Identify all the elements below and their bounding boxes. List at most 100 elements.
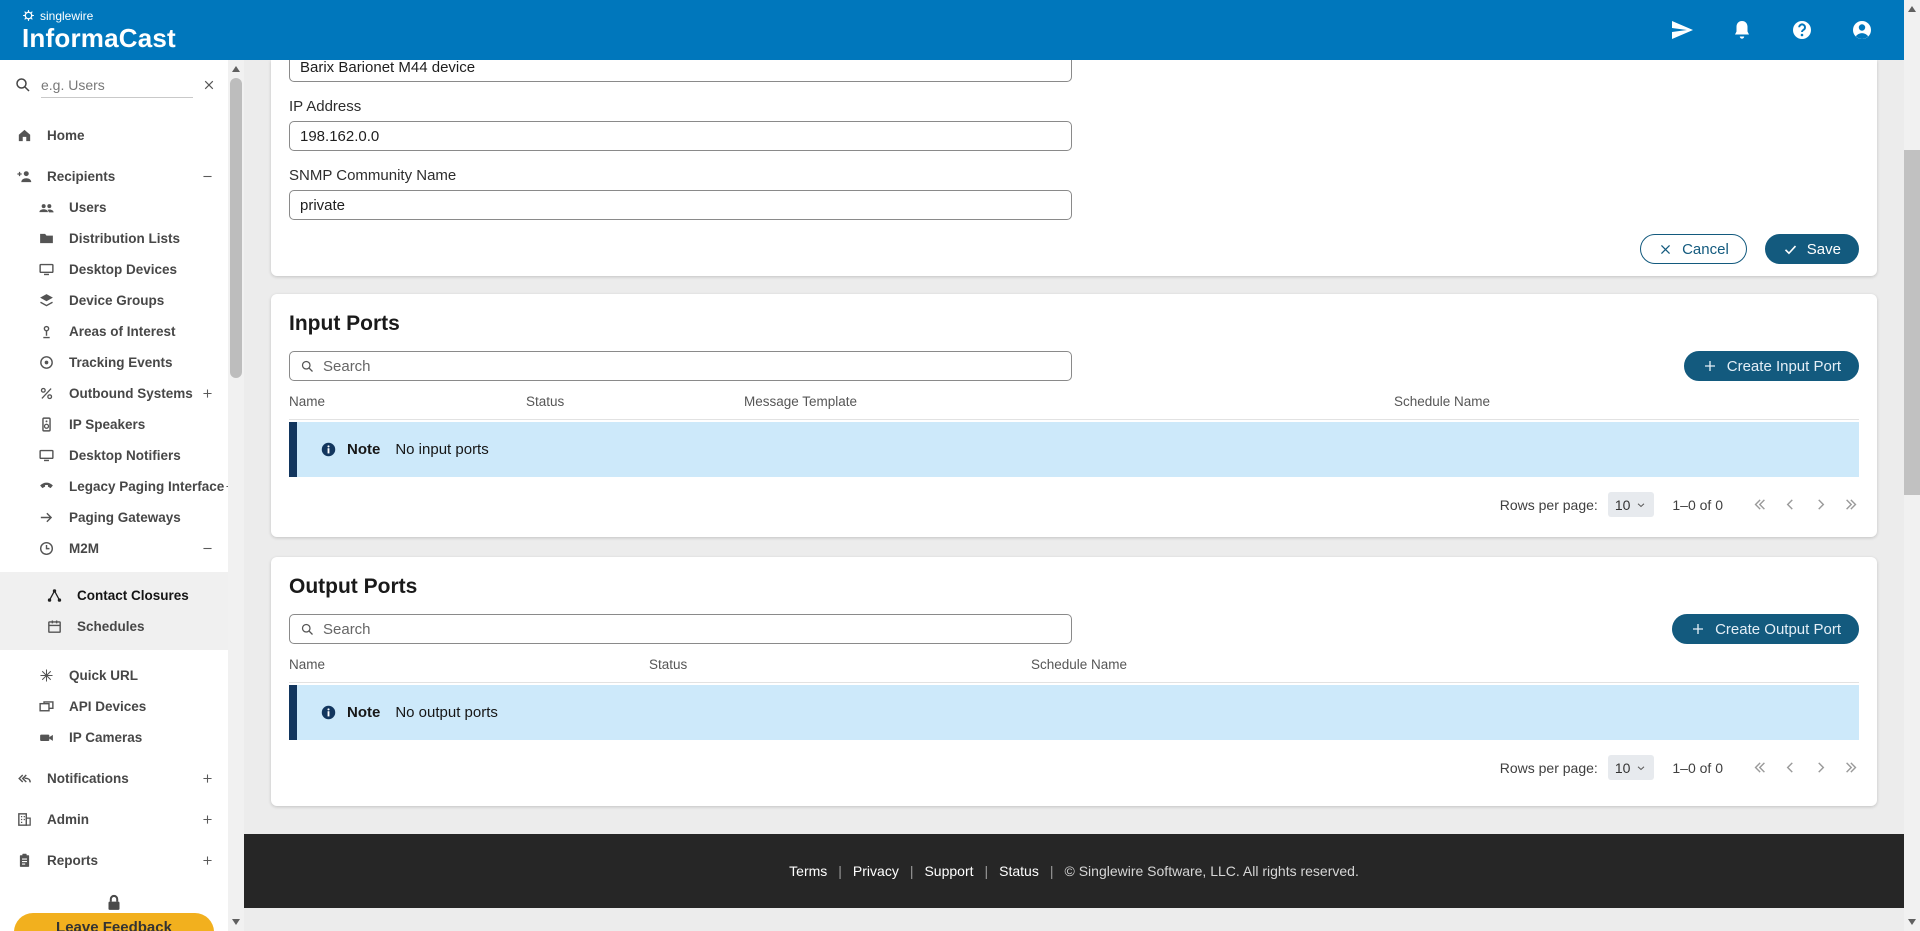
sidebar-item-recipients[interactable]: Recipients <box>0 161 228 192</box>
input-ports-search-input[interactable] <box>323 358 1061 375</box>
clipboard-icon <box>16 852 33 869</box>
sidebar-item-ip-cameras[interactable]: IP Cameras <box>0 722 228 753</box>
input-ports-card: Input Ports Create Input Port Name Statu… <box>271 294 1877 537</box>
brand-informacast: InformaCast <box>22 25 176 51</box>
people-icon <box>38 199 55 216</box>
sidebar-item-users[interactable]: Users <box>0 192 228 223</box>
target-icon <box>38 354 55 371</box>
sidebar-item-schedules[interactable]: Schedules <box>0 611 228 642</box>
input-ports-search <box>289 351 1072 381</box>
nav-section-m2m: Contact Closures Schedules <box>0 572 228 650</box>
snmp-community-input[interactable] <box>289 190 1072 220</box>
sidebar-item-distribution-lists[interactable]: Distribution Lists <box>0 223 228 254</box>
column-name: Name <box>289 657 649 672</box>
output-ports-table-header: Name Status Schedule Name <box>289 657 1859 683</box>
create-input-port-button[interactable]: Create Input Port <box>1684 351 1859 381</box>
sidebar-item-home[interactable]: Home <box>0 120 228 151</box>
page-scrollbar-thumb[interactable] <box>1904 150 1920 495</box>
prev-page-icon[interactable] <box>1782 759 1799 776</box>
sidebar-item-quick-url[interactable]: Quick URL <box>0 660 228 691</box>
footer-link-status[interactable]: Status <box>999 863 1039 879</box>
last-page-icon[interactable] <box>1842 496 1859 513</box>
camera-icon <box>38 729 55 746</box>
sidebar-item-contact-closures[interactable]: Contact Closures <box>0 580 228 611</box>
sidebar-scrollbar[interactable] <box>228 60 244 931</box>
first-page-icon[interactable] <box>1752 759 1769 776</box>
sidebar-item-legacy-paging-interface[interactable]: Legacy Paging Interface <box>0 471 228 502</box>
sidebar-item-outbound-systems[interactable]: Outbound Systems <box>0 378 228 409</box>
sidebar-item-desktop-notifiers[interactable]: Desktop Notifiers <box>0 440 228 471</box>
bell-icon[interactable] <box>1730 18 1754 42</box>
ip-address-input[interactable] <box>289 121 1072 151</box>
sidebar-scrollbar-thumb[interactable] <box>230 78 242 378</box>
input-ports-title: Input Ports <box>289 312 1859 336</box>
last-page-icon[interactable] <box>1842 759 1859 776</box>
input-ports-table-header: Name Status Message Template Schedule Na… <box>289 394 1859 420</box>
lock-row <box>0 892 228 914</box>
folder-icon <box>38 230 55 247</box>
sidebar-item-areas-of-interest[interactable]: Areas of Interest <box>0 316 228 347</box>
leave-feedback-button[interactable]: Leave Feedback <box>14 913 214 931</box>
sidebar-item-api-devices[interactable]: API Devices <box>0 691 228 722</box>
scroll-down-icon[interactable] <box>232 919 240 925</box>
footer-link-terms[interactable]: Terms <box>789 863 827 879</box>
output-ports-card: Output Ports Create Output Port Name Sta… <box>271 557 1877 806</box>
page-footer: Terms | Privacy | Support | Status | © S… <box>244 834 1904 908</box>
sidebar-search-input[interactable] <box>41 72 193 98</box>
sidebar-item-paging-gateways[interactable]: Paging Gateways <box>0 502 228 533</box>
layers-icon <box>38 292 55 309</box>
ip-address-label: IP Address <box>289 98 1859 115</box>
send-icon[interactable] <box>1670 18 1694 42</box>
cancel-button[interactable]: Cancel <box>1640 234 1747 264</box>
account-icon[interactable] <box>1850 18 1874 42</box>
first-page-icon[interactable] <box>1752 496 1769 513</box>
output-ports-title: Output Ports <box>289 575 1859 599</box>
scroll-down-icon[interactable] <box>1908 919 1916 925</box>
prev-page-icon[interactable] <box>1782 496 1799 513</box>
device-name-input[interactable] <box>289 60 1072 82</box>
chevron-down-icon <box>1635 762 1647 774</box>
rows-per-page-select[interactable]: 10 <box>1608 755 1655 780</box>
minus-icon[interactable] <box>201 542 214 555</box>
sidebar-item-ip-speakers[interactable]: IP Speakers <box>0 409 228 440</box>
input-ports-note: Note No input ports <box>289 422 1859 477</box>
map-pin-icon <box>38 323 55 340</box>
clock-icon <box>38 540 55 557</box>
scroll-up-icon[interactable] <box>1908 6 1916 12</box>
footer-link-privacy[interactable]: Privacy <box>853 863 899 879</box>
monitor-icon <box>38 261 55 278</box>
plus-icon[interactable] <box>201 813 214 826</box>
plus-icon[interactable] <box>201 387 214 400</box>
sidebar-item-device-groups[interactable]: Device Groups <box>0 285 228 316</box>
sidebar-item-notifications[interactable]: Notifications <box>0 763 228 794</box>
rows-per-page-label: Rows per page: <box>1500 760 1598 776</box>
search-icon <box>300 359 315 374</box>
plus-icon[interactable] <box>201 854 214 867</box>
building-icon <box>16 811 33 828</box>
plus-icon[interactable] <box>201 772 214 785</box>
next-page-icon[interactable] <box>1812 496 1829 513</box>
speaker-icon <box>38 416 55 433</box>
percent-icon <box>38 385 55 402</box>
column-schedule-name: Schedule Name <box>1031 657 1859 672</box>
sidebar-item-m2m[interactable]: M2M <box>0 533 228 564</box>
sidebar-item-desktop-devices[interactable]: Desktop Devices <box>0 254 228 285</box>
output-ports-search-input[interactable] <box>323 621 1061 638</box>
footer-link-support[interactable]: Support <box>924 863 973 879</box>
input-ports-pagination: Rows per page: 10 1–0 of 0 <box>289 492 1859 517</box>
next-page-icon[interactable] <box>1812 759 1829 776</box>
copyright: © Singlewire Software, LLC. All rights r… <box>1065 863 1359 879</box>
sidebar-item-reports[interactable]: Reports <box>0 845 228 876</box>
home-icon <box>16 127 33 144</box>
sidebar-item-admin[interactable]: Admin <box>0 804 228 835</box>
plus-icon <box>1702 358 1718 374</box>
close-icon[interactable] <box>202 78 216 92</box>
sidebar-item-tracking-events[interactable]: Tracking Events <box>0 347 228 378</box>
help-icon[interactable] <box>1790 18 1814 42</box>
page-scrollbar[interactable] <box>1904 0 1920 931</box>
create-output-port-button[interactable]: Create Output Port <box>1672 614 1859 644</box>
minus-icon[interactable] <box>201 170 214 183</box>
scroll-up-icon[interactable] <box>232 66 240 72</box>
save-button[interactable]: Save <box>1765 234 1859 264</box>
rows-per-page-select[interactable]: 10 <box>1608 492 1655 517</box>
